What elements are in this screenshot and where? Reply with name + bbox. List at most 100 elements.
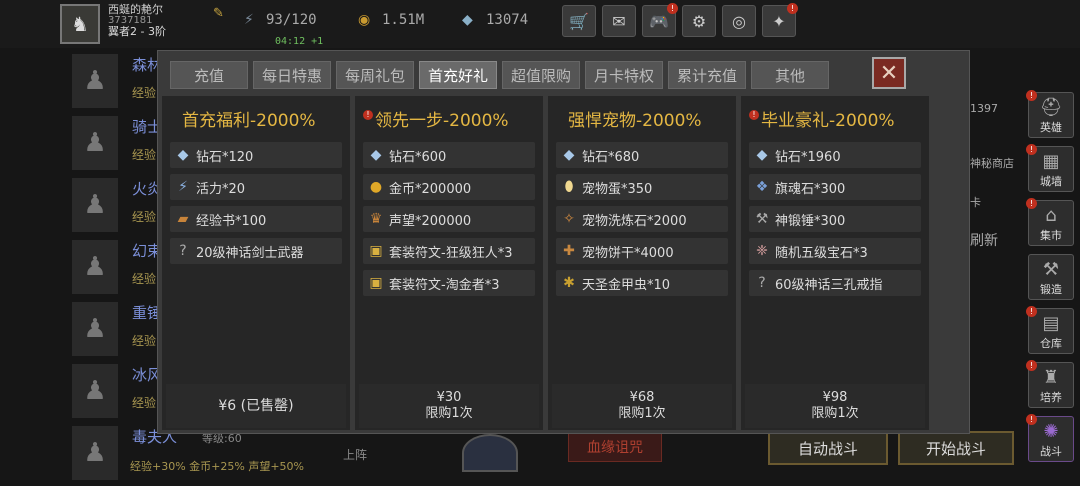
wheel-button[interactable]: ◎	[722, 5, 756, 37]
sidebar-label: 集市	[1040, 229, 1062, 242]
pack-item[interactable]: ⚒ 神锻锤*300	[749, 206, 921, 232]
pack-item-label: 60级神话三孔戒指	[775, 277, 883, 293]
pack-item[interactable]: ● 金币*200000	[363, 174, 535, 200]
hero-exp: 经验	[132, 396, 157, 410]
shop-cart-button[interactable]: 🛒	[562, 5, 596, 37]
wall-icon: ▦	[1042, 151, 1060, 172]
pack-title-text: 毕业豪礼-2000%	[761, 111, 895, 131]
ring-icon: ?	[758, 275, 766, 291]
sidebar-market[interactable]: ⌂ 集市!	[1026, 198, 1074, 246]
diamond-icon: ◆	[462, 12, 473, 28]
soul-stone-icon: ❖	[755, 179, 769, 195]
pack-item-label: 套装符文-狂级狂人*3	[389, 245, 513, 261]
sidebar-heroes[interactable]: ⛑ 英雄!	[1026, 90, 1074, 138]
helmet-icon: ⛑	[1039, 97, 1063, 118]
pack-item[interactable]: ◆ 钻石*1960	[749, 142, 921, 168]
gem-icon: ❈	[756, 243, 768, 259]
sidebar-label: 城墙	[1040, 175, 1062, 188]
pack-title: 强悍宠物-2000%	[568, 106, 702, 131]
energy-icon: ⚡	[178, 179, 188, 195]
market-icon: ⌂	[1045, 205, 1057, 226]
sidebar-warehouse[interactable]: ▤ 仓库!	[1026, 306, 1074, 354]
close-icon: ✕	[879, 60, 899, 86]
blood-curse-button[interactable]: 血缘诅咒	[568, 432, 662, 462]
battle-portal-icon: ✺	[1043, 421, 1059, 442]
exp-book-icon: ▰	[177, 211, 189, 227]
purchase-limit: 限购1次	[425, 406, 473, 421]
pack-item-label: 套装符文-淘金者*3	[389, 277, 500, 293]
pack-item[interactable]: ❈ 随机五级宝石*3	[749, 238, 921, 264]
tab-other[interactable]: 其他	[751, 61, 829, 89]
sidebar-label: 仓库	[1040, 337, 1062, 350]
guild-emblem[interactable]	[462, 434, 518, 472]
alert-badge: !	[1026, 144, 1037, 155]
pack-price-value: ¥30	[436, 390, 462, 405]
pack-item[interactable]: ▰ 经验书*100	[170, 206, 342, 232]
alert-badge: !	[667, 3, 678, 14]
recharge-dialog: 充值 每日特惠 每周礼包 首充好礼 超值限购 月卡特权 累计充值 其他 ✕ 首充…	[157, 50, 970, 434]
pack-item[interactable]: ? 20级神话剑士武器	[170, 238, 342, 264]
gamepad-button[interactable]: 🎮!	[642, 3, 678, 37]
sidebar-forge[interactable]: ⚒ 锻造	[1028, 254, 1074, 300]
sidebar-train[interactable]: ♜ 培养!	[1026, 360, 1074, 408]
pack-item-label: 钻石*1960	[775, 149, 841, 165]
pack-item[interactable]: ✧ 宠物洗炼石*2000	[556, 206, 728, 232]
sidebar-wall[interactable]: ▦ 城墙!	[1026, 144, 1074, 192]
sidebar-label: 锻造	[1040, 283, 1062, 296]
pet-stone-icon: ✧	[563, 211, 575, 227]
mystery-shop-label[interactable]: 神秘商店	[970, 155, 1014, 171]
close-button[interactable]: ✕	[872, 57, 906, 89]
deploy-button[interactable]: 上阵	[343, 446, 367, 463]
beetle-icon: ✱	[563, 275, 575, 291]
pack-item-label: 钻石*680	[582, 149, 640, 165]
pack-item[interactable]: ❖ 旗魂石*300	[749, 174, 921, 200]
pack-item[interactable]: ▣ 套装符文-狂级狂人*3	[363, 238, 535, 264]
tab-first-recharge[interactable]: 首充好礼	[419, 61, 497, 89]
alert-badge: !	[1026, 360, 1037, 371]
warehouse-icon: ▤	[1042, 313, 1060, 334]
hammer-icon: ⚒	[755, 211, 769, 227]
pack-item[interactable]: ▣ 套装符文-淘金者*3	[363, 270, 535, 296]
diamond-value: 13074	[486, 12, 529, 28]
pack-price-value: ¥98	[822, 390, 848, 405]
start-battle-button[interactable]: 开始战斗	[898, 431, 1014, 465]
player-avatar[interactable]: ♞	[60, 4, 100, 44]
tab-monthly-card[interactable]: 月卡特权	[585, 61, 663, 89]
pack-item[interactable]: ⚡ 活力*20	[170, 174, 342, 200]
tab-recharge[interactable]: 充值	[170, 61, 248, 89]
settings-gear-button[interactable]: ⚙	[682, 5, 716, 37]
alert-badge: !	[787, 3, 798, 14]
pack-price: ¥68 限购1次	[548, 390, 736, 422]
pack-item[interactable]: ⬮ 宠物蛋*350	[556, 174, 728, 200]
tab-weekly-pack[interactable]: 每周礼包	[336, 61, 414, 89]
anvil-icon: ⚒	[1042, 259, 1060, 280]
alert-badge: !	[1026, 306, 1037, 317]
pack-item-label: 钻石*120	[196, 149, 254, 165]
hero-portrait: ♟	[72, 178, 118, 232]
tab-limited-offer[interactable]: 超值限购	[502, 61, 580, 89]
sidebar-label: 英雄	[1040, 121, 1062, 134]
rune-icon: ▣	[369, 243, 383, 259]
tab-cumulative-recharge[interactable]: 累计充值	[668, 61, 746, 89]
tab-daily-deal[interactable]: 每日特惠	[253, 61, 331, 89]
pack-item[interactable]: ◆ 钻石*680	[556, 142, 728, 168]
behind-number: 1397	[970, 102, 998, 115]
pack-item[interactable]: ✱ 天圣金甲虫*10	[556, 270, 728, 296]
edit-icon[interactable]: ✎	[213, 6, 224, 21]
pack-item[interactable]: ◆ 钻石*600	[363, 142, 535, 168]
alert-badge: !	[1026, 414, 1037, 425]
sidebar-label: 培养	[1040, 391, 1062, 404]
pack-item[interactable]: ? 60级神话三孔戒指	[749, 270, 921, 296]
pack-item[interactable]: ◆ 钻石*120	[170, 142, 342, 168]
auto-battle-button[interactable]: 自动战斗	[768, 431, 888, 465]
purchase-limit: 限购1次	[811, 406, 859, 421]
sidebar-battle[interactable]: ✺ 战斗!	[1026, 414, 1074, 462]
pack-item[interactable]: ♛ 声望*200000	[363, 206, 535, 232]
pack-item-label: 神锻锤*300	[775, 213, 846, 229]
pack-item[interactable]: ✚ 宠物饼干*4000	[556, 238, 728, 264]
hero-exp: 经验	[132, 272, 157, 286]
event-button[interactable]: ✦!	[762, 3, 798, 37]
refresh-label[interactable]: 刷新	[970, 230, 998, 250]
mail-button[interactable]: ✉	[602, 5, 636, 37]
hero-portrait: ♟	[72, 302, 118, 356]
